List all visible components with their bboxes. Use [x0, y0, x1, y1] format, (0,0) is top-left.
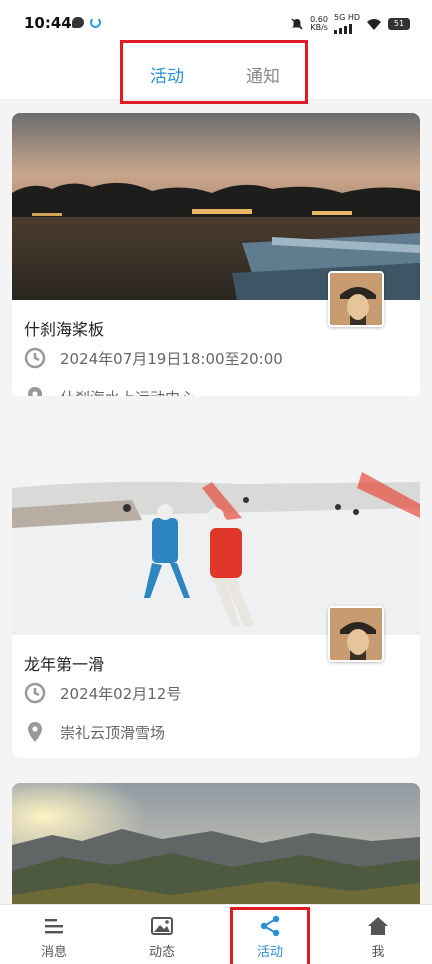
nav-messages-label: 消息 [40, 945, 67, 960]
event-title: 龙年第一滑 [24, 655, 105, 674]
status-time: 10:44 [24, 14, 72, 32]
net-speed-unit: KB/s [310, 23, 328, 32]
wifi-icon [367, 18, 381, 30]
mute-icon [291, 18, 303, 30]
clock-icon [24, 682, 46, 704]
tab-highlight-frame [120, 40, 308, 104]
bottom-nav: 消息 动态 活动 我 [0, 904, 432, 964]
event-card[interactable] [12, 783, 420, 904]
gallery-icon [122, 913, 202, 939]
menu-icon [14, 913, 94, 939]
event-location: 崇礼云顶滑雪场 [60, 723, 166, 742]
event-location: 什刹海水上运动中心 [60, 387, 195, 397]
signal-icon [333, 22, 352, 34]
portrait-image [330, 273, 382, 325]
network-label: 5G HD [333, 13, 360, 22]
organizer-avatar[interactable] [328, 606, 384, 662]
event-card[interactable]: 什刹海桨板 2024年07月19日18:00至20:00 什刹海水上运动中心 [12, 113, 420, 396]
clock-icon [24, 347, 46, 369]
status-left-icons [72, 17, 101, 28]
event-location-row: 崇礼云顶滑雪场 [24, 721, 165, 743]
nav-me[interactable]: 我 [338, 913, 418, 960]
chat-notification-icon [72, 17, 84, 28]
event-time: 2024年07月19日18:00至20:00 [60, 349, 283, 368]
sync-icon [90, 17, 101, 28]
event-time-row: 2024年07月19日18:00至20:00 [24, 347, 283, 369]
top-tab-bar: 活动 通知 [0, 40, 432, 104]
nav-moments[interactable]: 动态 [122, 913, 202, 960]
event-time: 2024年02月12号 [60, 684, 182, 703]
nav-messages[interactable]: 消息 [14, 913, 94, 960]
home-icon [338, 913, 418, 939]
network-type: 5G HD [333, 13, 360, 34]
event-card[interactable]: 龙年第一滑 2024年02月12号 崇礼云顶滑雪场 [12, 448, 420, 758]
status-right: 0.60 KB/s 5G HD 51 [290, 14, 410, 34]
nav-me-label: 我 [371, 945, 385, 960]
nav-highlight-frame [230, 907, 310, 964]
event-feed[interactable]: 什刹海桨板 2024年07月19日18:00至20:00 什刹海水上运动中心 [0, 100, 432, 904]
battery-indicator: 51 [388, 18, 410, 30]
event-location-row: 什刹海水上运动中心 [24, 386, 195, 396]
event-time-row: 2024年02月12号 [24, 682, 181, 704]
location-pin-icon [24, 386, 46, 396]
location-pin-icon [24, 721, 46, 743]
nav-moments-label: 动态 [148, 945, 175, 960]
portrait-image [330, 608, 382, 660]
event-cover-image [12, 783, 420, 904]
event-title: 什刹海桨板 [24, 320, 105, 339]
organizer-avatar[interactable] [328, 271, 384, 327]
net-speed: 0.60 KB/s [310, 16, 328, 32]
